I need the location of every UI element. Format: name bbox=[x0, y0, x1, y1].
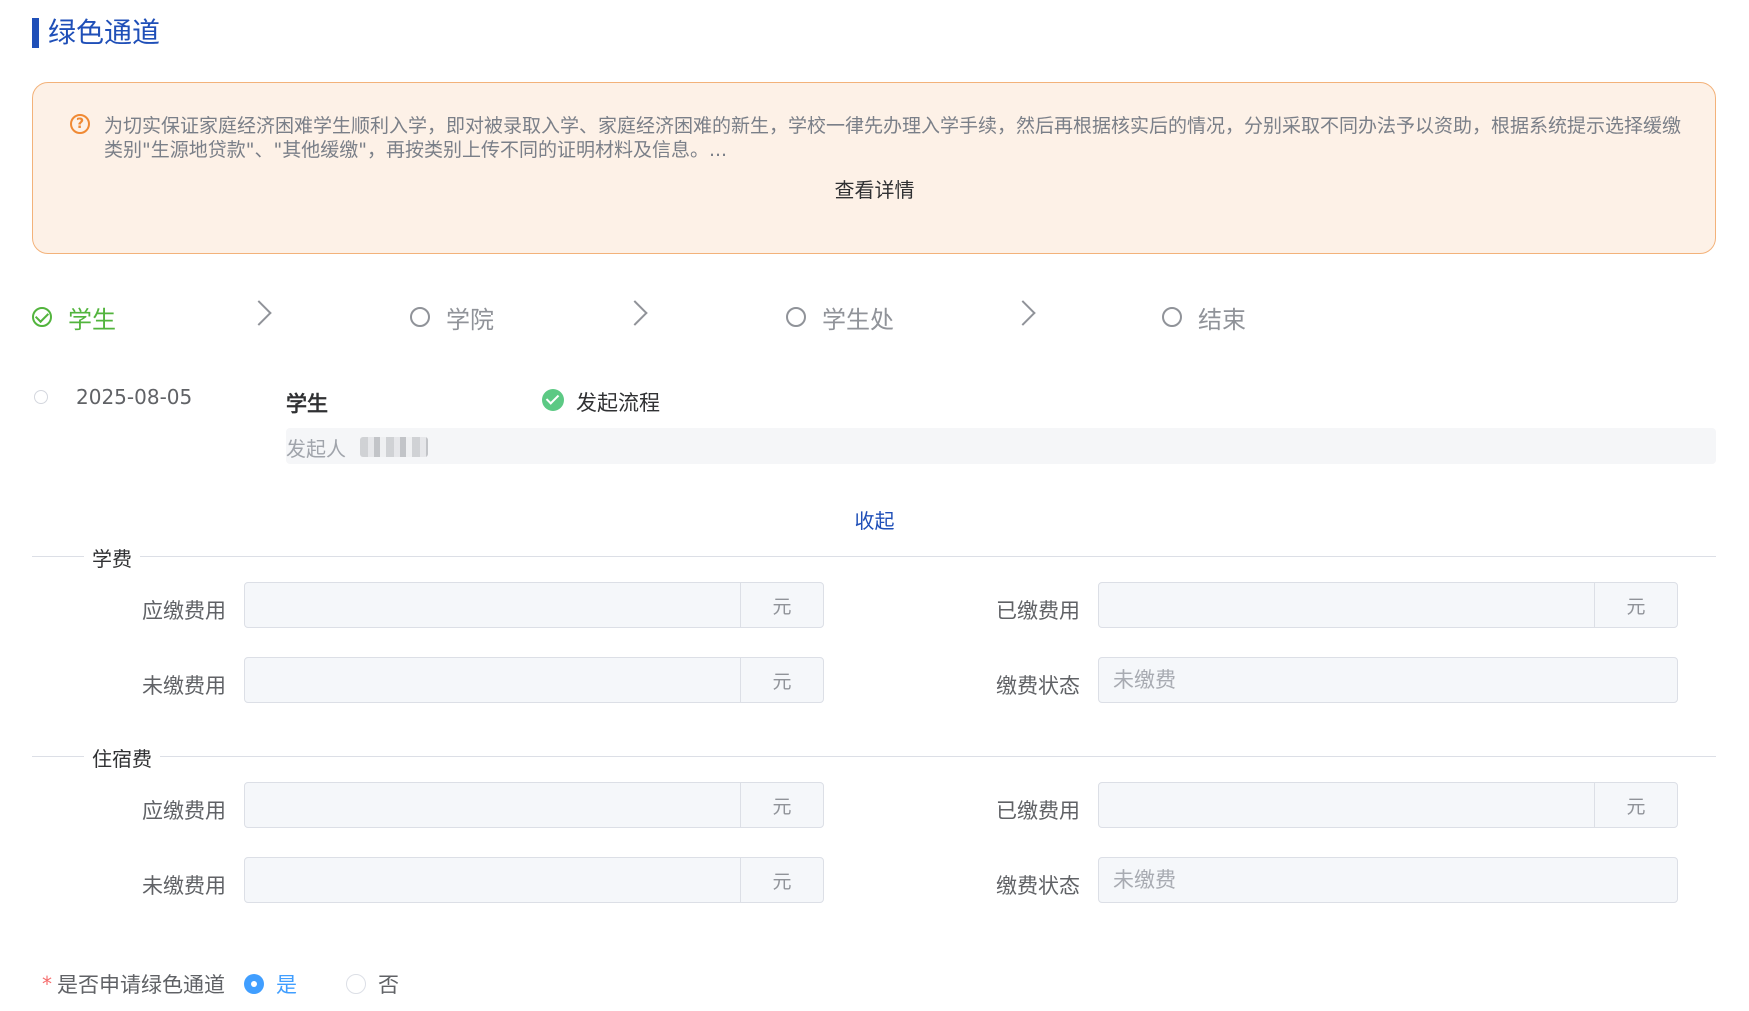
chevron-right-icon bbox=[622, 300, 648, 326]
step-label: 学生 bbox=[68, 305, 116, 334]
timeline-date: 2025-08-05 bbox=[76, 385, 193, 409]
accommodation-paid-field[interactable]: 元 bbox=[1098, 782, 1678, 828]
step-end: 结束 bbox=[1162, 300, 1246, 334]
section-title-accommodation: 住宿费 bbox=[84, 743, 160, 772]
view-details-link[interactable]: 查看详情 bbox=[0, 174, 1749, 203]
paid-label: 已缴费用 bbox=[996, 799, 1080, 823]
radio-no-label[interactable]: 否 bbox=[378, 969, 399, 999]
unit-suffix: 元 bbox=[1594, 583, 1677, 627]
status-label: 缴费状态 bbox=[996, 674, 1080, 698]
apply-green-channel-label: 是否申请绿色通道 bbox=[57, 973, 225, 997]
title-accent-bar bbox=[32, 18, 39, 48]
step-label: 结束 bbox=[1198, 305, 1246, 334]
notice-text: 为切实保证家庭经济困难学生顺利入学，即对被录取入学、家庭经济困难的新生，学校一律… bbox=[104, 115, 1682, 161]
radio-no[interactable] bbox=[346, 974, 366, 994]
accommodation-status-field[interactable]: 未缴费 bbox=[1098, 857, 1678, 903]
step-label: 学生处 bbox=[822, 305, 894, 334]
status-placeholder: 未缴费 bbox=[1113, 668, 1176, 692]
unit-suffix: 元 bbox=[740, 583, 823, 627]
section-title-tuition: 学费 bbox=[84, 543, 140, 572]
initiator-name-redacted bbox=[360, 437, 428, 457]
unit-suffix: 元 bbox=[740, 658, 823, 702]
timeline-detail-box bbox=[286, 428, 1716, 464]
payable-label: 应缴费用 bbox=[142, 599, 226, 623]
tuition-status-field[interactable]: 未缴费 bbox=[1098, 657, 1678, 703]
success-check-icon bbox=[542, 389, 564, 411]
page-title: 绿色通道 bbox=[48, 16, 161, 49]
unpaid-label: 未缴费用 bbox=[142, 874, 226, 898]
unit-suffix: 元 bbox=[740, 858, 823, 902]
unit-suffix: 元 bbox=[740, 783, 823, 827]
step-student: 学生 bbox=[32, 300, 116, 334]
step-college: 学院 bbox=[410, 300, 494, 334]
step-student-affairs: 学生处 bbox=[786, 300, 894, 334]
status-placeholder: 未缴费 bbox=[1113, 868, 1176, 892]
circle-icon bbox=[786, 307, 806, 327]
radio-yes[interactable] bbox=[244, 974, 264, 994]
circle-icon bbox=[1162, 307, 1182, 327]
accommodation-payable-field[interactable]: 元 bbox=[244, 782, 824, 828]
chevron-right-icon bbox=[1010, 300, 1036, 326]
step-label: 学院 bbox=[446, 305, 494, 334]
unit-suffix: 元 bbox=[1594, 783, 1677, 827]
tuition-payable-field[interactable]: 元 bbox=[244, 582, 824, 628]
section-divider bbox=[32, 756, 1716, 757]
tuition-unpaid-field[interactable]: 元 bbox=[244, 657, 824, 703]
payable-label: 应缴费用 bbox=[142, 799, 226, 823]
paid-label: 已缴费用 bbox=[996, 599, 1080, 623]
initiator-label: 发起人 bbox=[286, 437, 346, 461]
circle-icon bbox=[410, 307, 430, 327]
accommodation-unpaid-field[interactable]: 元 bbox=[244, 857, 824, 903]
section-divider bbox=[32, 556, 1716, 557]
timeline-dot bbox=[34, 390, 48, 404]
unpaid-label: 未缴费用 bbox=[142, 674, 226, 698]
collapse-link[interactable]: 收起 bbox=[0, 505, 1749, 534]
check-circle-icon bbox=[32, 307, 52, 327]
tuition-paid-field[interactable]: 元 bbox=[1098, 582, 1678, 628]
chevron-right-icon bbox=[246, 300, 272, 326]
timeline-role: 学生 bbox=[286, 392, 328, 416]
radio-yes-label[interactable]: 是 bbox=[276, 969, 297, 999]
timeline-status: 发起流程 bbox=[576, 391, 660, 415]
question-circle-icon: ? bbox=[70, 114, 90, 134]
required-asterisk: * bbox=[42, 972, 52, 996]
status-label: 缴费状态 bbox=[996, 874, 1080, 898]
notice-panel bbox=[32, 82, 1716, 254]
